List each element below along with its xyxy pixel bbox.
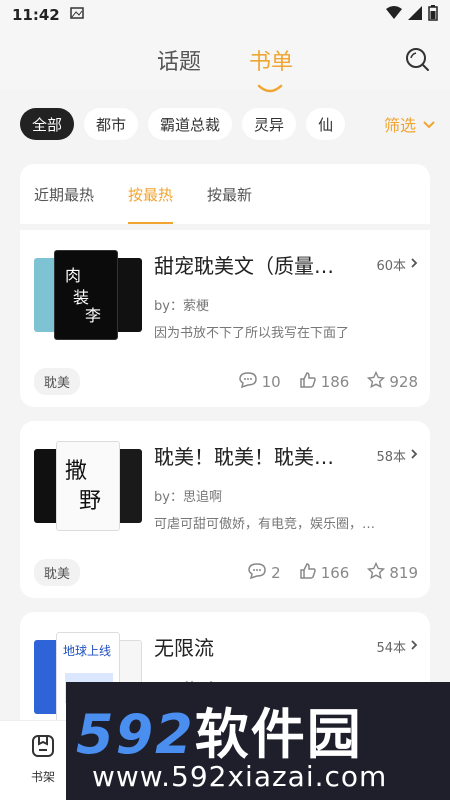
booklist-description: 因为书放不下了所以我写在下面了 <box>154 326 350 341</box>
cover-stack: 撒野 <box>34 437 142 541</box>
smile-indicator-icon <box>257 79 283 98</box>
sort-hottest[interactable]: 按最热 <box>128 164 174 224</box>
search-icon[interactable] <box>404 46 430 76</box>
chevron-down-icon <box>422 115 436 134</box>
signal-icon <box>408 6 422 24</box>
book-cover: 肉装李 <box>54 250 118 340</box>
like-stat[interactable]: 186 <box>299 371 349 393</box>
booklist-title: 耽美！耽美！耽美… <box>154 445 334 469</box>
comment-icon <box>247 562 267 584</box>
booklist-author: by：萦梗 <box>154 299 209 314</box>
filter-label: 筛选 <box>383 116 416 135</box>
bookshelf-icon <box>30 733 56 762</box>
watermark-logo: 592软件园 <box>76 703 363 766</box>
chevron-right-icon <box>410 639 418 655</box>
thumbs-up-icon <box>299 371 317 393</box>
booklist-author: by：思追啊 <box>154 490 222 505</box>
top-header: 话题 书单 <box>0 30 450 93</box>
sort-newest[interactable]: 按最新 <box>207 164 252 224</box>
watermark-url: www.592xiazai.com <box>92 760 388 793</box>
thumbs-up-icon <box>299 562 317 584</box>
top-tabs: 话题 书单 <box>157 44 293 76</box>
site-watermark: 592软件园 www.592xiazai.com <box>66 682 450 800</box>
like-stat[interactable]: 166 <box>299 562 349 584</box>
book-count: 58本 <box>376 446 418 465</box>
svg-text:肉: 肉 <box>65 266 81 285</box>
comment-stat[interactable]: 10 <box>238 371 281 393</box>
star-icon <box>367 370 386 393</box>
genre-tag[interactable]: 耽美 <box>34 559 81 586</box>
star-stat[interactable]: 928 <box>367 370 418 393</box>
booklist-card[interactable]: 撒野 耽美！耽美！耽美… 58本 by：思追啊 可虐可甜可傲娇，有电竞，娱乐圈，… <box>20 421 430 598</box>
svg-text:撒: 撒 <box>65 459 87 484</box>
tab-booklists[interactable]: 书单 <box>249 44 293 76</box>
nav-bookshelf-label: 书架 <box>30 770 55 784</box>
chip-xianxia[interactable]: 仙 <box>306 108 346 140</box>
cover-stack: 肉装李 <box>34 246 142 350</box>
book-count: 60本 <box>376 255 418 274</box>
chevron-right-icon <box>410 448 418 464</box>
book-count: 54本 <box>376 637 418 656</box>
book-cover: 撒野 <box>56 441 120 531</box>
booklist-description: 可虐可甜可傲娇，有电竞，娱乐圈，… <box>154 517 376 532</box>
booklist-title: 甜宠耽美文（质量… <box>154 254 334 278</box>
battery-icon <box>428 5 438 25</box>
booklist-card[interactable]: 肉装李 甜宠耽美文（质量… 60本 by：萦梗 因为书放不下了所以我写在下面了 … <box>20 230 430 407</box>
sort-recent-hot[interactable]: 近期最热 <box>34 164 94 224</box>
genre-tag[interactable]: 耽美 <box>34 368 81 395</box>
svg-text:装: 装 <box>73 288 89 307</box>
tab-topics[interactable]: 话题 <box>157 44 201 76</box>
chip-city[interactable]: 都市 <box>84 108 139 140</box>
chip-ceo[interactable]: 霸道总裁 <box>148 108 233 140</box>
status-time: 11:42 <box>12 6 60 24</box>
chevron-right-icon <box>410 257 418 273</box>
comment-icon <box>238 371 258 393</box>
svg-text:野: 野 <box>79 489 101 514</box>
wifi-icon <box>386 6 402 24</box>
comment-stat[interactable]: 2 <box>247 562 281 584</box>
chip-supernatural[interactable]: 灵异 <box>242 108 297 140</box>
image-notification-icon <box>70 6 84 24</box>
nav-bookshelf[interactable]: 书架 <box>30 733 56 785</box>
status-bar: 11:42 <box>0 0 450 30</box>
star-icon <box>367 561 386 584</box>
category-chips: 全部 都市 霸道总裁 灵异 仙 筛选 <box>0 98 450 150</box>
sort-tabs: 近期最热 按最热 按最新 <box>20 164 430 224</box>
svg-text:李: 李 <box>85 306 101 325</box>
star-stat[interactable]: 819 <box>367 561 418 584</box>
filter-button[interactable]: 筛选 <box>359 98 450 150</box>
chip-all[interactable]: 全部 <box>20 108 75 140</box>
svg-text:地球上线: 地球上线 <box>63 644 111 658</box>
booklist-title: 无限流 <box>154 636 214 660</box>
